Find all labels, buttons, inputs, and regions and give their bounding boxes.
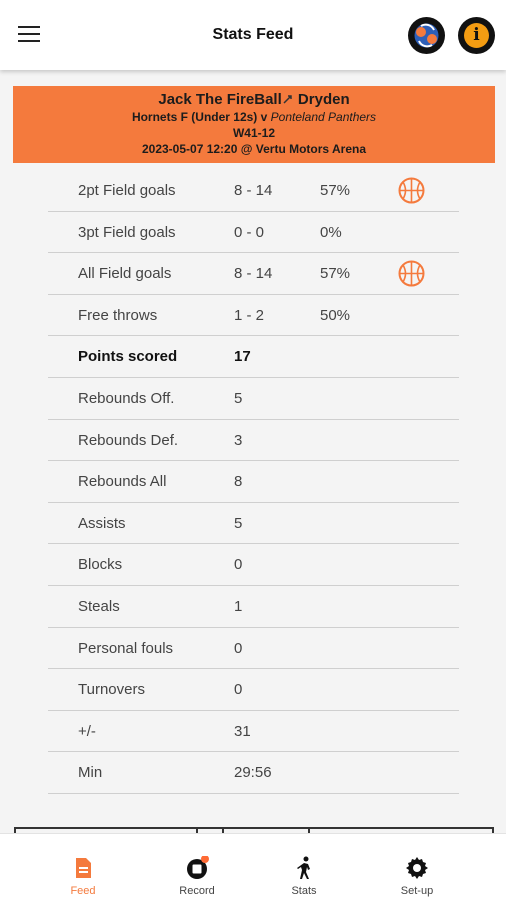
nav-record-label: Record [179,885,215,897]
stat-label: All Field goals [78,265,172,283]
player-name: Jack The FireBall Dryden [13,91,495,108]
nav-stats-label: Stats [291,885,317,897]
match-info: Hornets F (Under 12s) v Ponteland Panthe… [13,110,495,124]
stat-label: Rebounds All [78,473,167,491]
game-banner: Jack The FireBall Dryden Hornets F (Unde… [13,86,495,163]
swap-teams-icon [414,23,439,48]
stats-table: 2pt Field goals 8 - 14 57% 3pt Field goals 0… [48,170,459,794]
match-result: W41-12 [232,126,276,140]
stat-value: 31 [234,722,251,740]
stat-percentage: 0% [320,223,342,241]
record-icon [187,856,209,879]
basketball-icon[interactable] [398,260,425,287]
stat-label: Assists [78,514,126,532]
feed-document-icon [76,858,91,878]
stat-label: 2pt Field goals [78,182,176,199]
stat-row: 3pt Field goals 0 - 0 0% [48,212,459,254]
stat-value: 0 [234,681,243,699]
nav-feed-label: Feed [70,885,96,897]
bottom-navigation: Feed Record Stats Set-up [0,833,506,901]
stat-value: 29:56 [234,764,272,782]
info-icon: i [464,23,489,48]
stat-percentage: 50% [320,306,351,324]
nav-setup-label: Set-up [400,885,434,897]
stat-row: Rebounds Off. 5 [48,378,459,420]
stat-value: 17 [234,348,251,366]
stat-row: +/- 31 [48,711,459,753]
swap-teams-button[interactable] [408,17,445,54]
stat-row: Turnovers 0 [48,669,459,711]
stat-label: 3pt Field goals [78,223,176,241]
fireball-icon [283,95,292,104]
stat-row: Free throws 1 - 2 50% [48,295,459,337]
stat-value: 5 [234,514,243,532]
team-name: Hornets F (Under 12s) v [131,110,271,124]
player-name-text: Jack The FireBall [158,91,282,108]
stat-percentage: 57% [320,265,351,283]
stat-row: Assists 5 [48,503,459,545]
stat-value: 0 [234,556,243,574]
stat-label: Turnovers [78,681,145,699]
stat-row: 2pt Field goals 8 - 14 57% [48,170,459,212]
opponent-name: Ponteland Panthers [270,110,377,124]
info-button[interactable]: i [458,17,495,54]
stat-row: Steals 1 [48,586,459,628]
stat-row: All Field goals 8 - 14 57% [48,253,459,295]
stat-label: Points scored [78,348,178,366]
stat-percentage: 57% [320,182,351,199]
nav-stats[interactable]: Stats [254,834,354,901]
top-app-bar: Stats Feed i [0,0,506,70]
stat-value: 8 - 14 [234,265,273,283]
nav-record[interactable]: Record [147,834,247,901]
stat-value: 1 - 2 [234,306,265,324]
stat-row: Blocks 0 [48,544,459,586]
stat-row: Points scored 17 [48,336,459,378]
match-datetime-venue: 2023-05-07 12:20 @ Vertu Motors Arena [141,142,367,156]
nav-setup[interactable]: Set-up [367,834,467,901]
stat-value: 5 [234,389,243,407]
player-surname: Dryden [293,91,350,108]
stat-value: 8 - 14 [234,182,273,199]
stat-label: Personal fouls [78,639,174,657]
stat-value: 0 - 0 [234,223,265,241]
stat-row: Min 29:56 [48,752,459,794]
stat-row: Rebounds All 8 [48,461,459,503]
basketball-icon[interactable] [398,177,425,204]
stat-label: +/- [78,722,96,740]
stat-value: 8 [234,473,243,491]
settings-gear-icon [406,857,428,879]
stat-label: Free throws [78,306,158,324]
stat-value: 1 [234,597,243,615]
stat-label: Min [78,764,103,782]
player-stats-icon [297,856,310,879]
stat-value: 0 [234,639,243,657]
stat-label: Rebounds Off. [78,389,175,407]
stat-value: 3 [234,431,243,449]
nav-feed[interactable]: Feed [33,834,133,901]
stat-label: Blocks [78,556,123,574]
stat-row: Rebounds Def. 3 [48,420,459,462]
stat-row: Personal fouls 0 [48,628,459,670]
stat-label: Steals [78,597,120,615]
stat-label: Rebounds Def. [78,431,179,449]
